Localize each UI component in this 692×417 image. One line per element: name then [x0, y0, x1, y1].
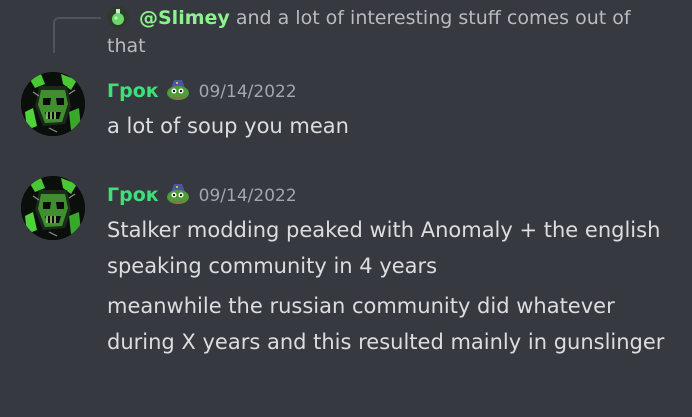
timestamp: 09/14/2022: [198, 186, 297, 206]
pepe-wizard-icon: [165, 79, 191, 101]
reply-preview[interactable]: @Slimey and a lot of interesting stuff c…: [107, 4, 667, 60]
username[interactable]: Грок: [107, 80, 159, 102]
message-header: Грок 09/14/2022: [107, 182, 297, 209]
timestamp: 09/14/2022: [198, 82, 297, 102]
user-avatar[interactable]: [21, 72, 85, 136]
mention-slimey[interactable]: @Slimey: [139, 7, 230, 29]
user-avatar[interactable]: [21, 176, 85, 240]
chat-area: @Slimey and a lot of interesting stuff c…: [0, 0, 692, 417]
message-text: Stalker modding peaked with Anomaly + th…: [107, 218, 661, 278]
green-potion-icon: [107, 6, 129, 28]
message-text: a lot of soup you mean: [107, 114, 349, 138]
message-header: Грок 09/14/2022: [107, 78, 297, 105]
username[interactable]: Грок: [107, 184, 159, 206]
reply-connector-line: [53, 17, 101, 53]
pepe-wizard-icon: [165, 183, 191, 205]
message-text: meanwhile the russian community did what…: [107, 294, 665, 354]
